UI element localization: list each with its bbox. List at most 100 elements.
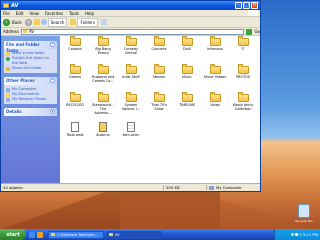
file-icon [71, 122, 79, 132]
details-panel: Details v [4, 108, 57, 116]
panel-header[interactable]: Details v [4, 108, 57, 116]
folder-label: Games [69, 75, 81, 79]
computer-icon [6, 87, 10, 92]
folder-item[interactable]: Comedy Central [119, 36, 143, 55]
panel-header[interactable]: Other Places ^ [4, 77, 57, 85]
folder-label: Steampunk - The Adventu... [92, 103, 114, 115]
views-icon[interactable] [100, 19, 107, 25]
status-size: 505 KB [163, 185, 206, 190]
panel-title: Other Places [6, 78, 35, 83]
folder-icon [51, 233, 55, 236]
folder-icon [97, 36, 109, 46]
go-button[interactable] [246, 28, 253, 35]
file-item[interactable]: Tesla walk [63, 122, 87, 137]
folder-item[interactable]: Steampunk - The Adventu... [91, 92, 115, 115]
address-input[interactable]: AV [20, 28, 245, 35]
menu-help[interactable]: Help [85, 11, 94, 16]
chevron-up-icon[interactable]: ^ [50, 42, 55, 47]
folder-icon [125, 92, 137, 102]
taskbar-button-active[interactable]: AV [106, 230, 162, 239]
maximize-button[interactable]: □ [243, 2, 250, 9]
folder-item[interactable]: That 70's Show [147, 92, 171, 111]
folder-label: Cartoon [68, 47, 82, 51]
folder-item[interactable]: Cartoon [63, 36, 87, 51]
folder-label: Big Bang Theory [95, 47, 111, 55]
folder-item[interactable]: DivX [175, 36, 199, 51]
folder-item[interactable]: TIMELINE [175, 92, 199, 107]
media-icon[interactable] [37, 231, 43, 238]
folder-item[interactable]: Infamous [203, 36, 227, 51]
folder-icon [97, 64, 109, 74]
search-button[interactable]: Search [40, 17, 68, 27]
folders-icon [70, 19, 77, 25]
folder-item[interactable]: System Volume I... [119, 92, 143, 111]
folder-item[interactable]: Wooly Jenny Collection [231, 92, 255, 111]
folder-icon [69, 36, 81, 46]
folder-icon [237, 92, 249, 102]
folder-item[interactable]: Music [175, 64, 199, 79]
volume-icon[interactable] [294, 233, 298, 236]
folder-icon [209, 92, 221, 102]
chevron-up-icon[interactable]: ^ [50, 78, 55, 83]
file-item[interactable]: sem-anim [119, 122, 143, 137]
folder-icon [181, 92, 193, 102]
taskbar-button[interactable]: C:\Software Toolchain... [48, 230, 104, 239]
folder-icon [69, 64, 81, 74]
folder-item[interactable]: Husband and Camels Co... [91, 64, 115, 83]
menu-tools[interactable]: Tools [69, 11, 79, 16]
task-share-folder[interactable]: Share this folder [6, 66, 55, 71]
minimize-button[interactable]: – [235, 2, 242, 9]
clock[interactable]: 3:11 PM [303, 232, 318, 237]
task-publish-web[interactable]: Publish this folder to the Web [6, 56, 55, 66]
tray-icon[interactable] [290, 233, 294, 236]
folder-label: IT [241, 47, 245, 51]
taskbar: start C:\Software Toolchain... AV 3:11 P… [0, 229, 320, 240]
folder-label: That 70's Show [151, 103, 167, 111]
place-label: My Network Places [12, 97, 46, 101]
address-bar: Address AV Go [1, 28, 260, 36]
network-icon[interactable] [298, 233, 302, 236]
folder-item[interactable]: RECYCLED [63, 92, 87, 107]
folder-item[interactable]: PROTOS [231, 64, 255, 79]
folder-item[interactable]: Music Videos [203, 64, 227, 79]
folder-item[interactable]: Concerts [147, 36, 171, 51]
folder-label: Husband and Camels Co... [91, 75, 115, 83]
folder-item[interactable]: Movies [147, 64, 171, 79]
task-label: Publish this folder to the Web [12, 56, 49, 65]
title-bar[interactable]: AV – □ × [1, 1, 260, 10]
panel-title: File and Folder Tasks [6, 42, 40, 53]
network-icon [6, 97, 10, 102]
menu-file[interactable]: File [3, 11, 10, 16]
chevron-down-icon[interactable]: v [50, 109, 55, 114]
folder-item[interactable]: Indie Stuff [119, 64, 143, 79]
folder-item[interactable]: Big Bang Theory [91, 36, 115, 55]
browser-icon[interactable] [29, 231, 35, 238]
panel-header[interactable]: File and Folder Tasks ^ [4, 41, 57, 53]
menu-edit[interactable]: Edit [16, 11, 24, 16]
menu-view[interactable]: View [29, 11, 39, 16]
folder-label: DivX [183, 47, 191, 51]
folder-icon [69, 92, 81, 102]
toolbar: ‹ Back › Search Folders [1, 17, 260, 28]
close-button[interactable]: × [251, 2, 258, 9]
folder-item[interactable]: Video [203, 92, 227, 107]
folder-icon [125, 64, 137, 74]
folder-label: RECYCLED [66, 103, 84, 107]
back-button[interactable]: ‹ Back [3, 18, 22, 26]
folders-button[interactable]: Folders [70, 17, 98, 27]
status-object-count: 24 objects [3, 185, 23, 190]
share-icon [6, 66, 10, 71]
folder-item[interactable]: Games [63, 64, 87, 79]
place-network[interactable]: My Network Places [6, 97, 55, 102]
folder-label: Wooly Jenny Collection [232, 103, 254, 111]
file-item[interactable]: Autorun [91, 122, 115, 137]
recycle-bin[interactable]: Recycle Bin [294, 204, 314, 223]
menu-favorites[interactable]: Favorites [45, 11, 63, 16]
address-value: AV [28, 29, 35, 34]
folder-item[interactable]: IT [231, 36, 255, 51]
folder-icon [237, 36, 249, 46]
forward-button[interactable]: › [24, 18, 32, 26]
start-button[interactable]: start [0, 229, 26, 240]
folder-label: Video [210, 103, 220, 107]
up-folder-icon[interactable] [33, 19, 40, 25]
